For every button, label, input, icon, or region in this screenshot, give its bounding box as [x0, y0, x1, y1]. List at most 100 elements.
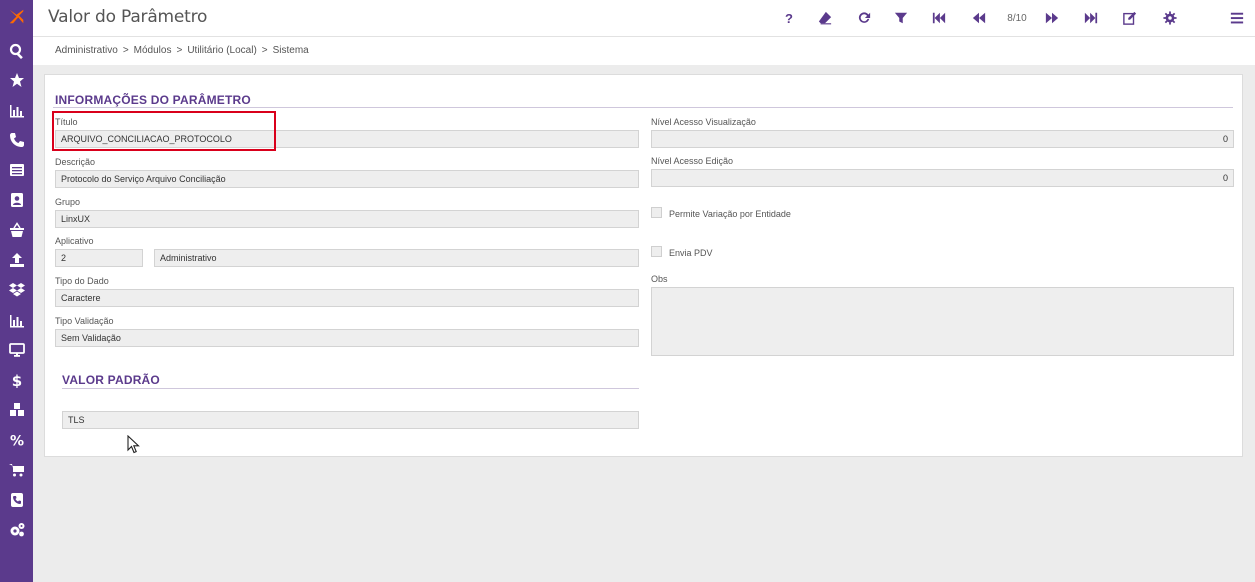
logo-icon [9, 9, 24, 24]
sidebar-item-search[interactable] [0, 39, 33, 63]
obs-label: Obs [651, 274, 668, 284]
aplicativo-label: Aplicativo [55, 236, 94, 246]
cart-icon [8, 464, 24, 477]
eraser-icon [818, 11, 832, 25]
svg-text:$: $ [11, 372, 21, 388]
valor-padrao-field[interactable]: TLS [62, 411, 639, 429]
gear-icon [1163, 11, 1177, 25]
mouse-cursor-icon [127, 435, 140, 454]
sidebar-item-favorites[interactable] [0, 68, 33, 92]
permite-variacao-checkbox[interactable] [651, 207, 662, 218]
percent-icon: % [9, 434, 23, 449]
tipo-validacao-label: Tipo Validação [55, 316, 114, 326]
sidebar-item-cards[interactable] [0, 188, 33, 212]
rewind-icon [972, 12, 986, 24]
fast-forward-icon [1045, 12, 1059, 24]
dollar-icon: $ [11, 372, 21, 388]
grupo-label: Grupo [55, 197, 81, 207]
breadcrumb-item-utilitario[interactable]: Utilitário (Local) [187, 45, 256, 56]
permite-variacao-label: Permite Variação por Entidade [669, 209, 791, 219]
nivel-visualizacao-label: Nível Acesso Visualização [651, 117, 756, 127]
sidebar-item-upload[interactable] [0, 248, 33, 272]
nivel-edicao-label: Nível Acesso Edição [651, 156, 734, 166]
refresh-icon [858, 12, 871, 23]
menu-button[interactable] [1229, 8, 1245, 28]
section-title-info: INFORMAÇÕES DO PARÂMETRO [55, 93, 251, 107]
sidebar-item-reports[interactable] [0, 98, 33, 122]
basket-icon [9, 222, 24, 237]
last-record-button[interactable] [1082, 8, 1100, 28]
envia-pdv-label: Envia PDV [669, 248, 713, 258]
contact-card-icon [10, 193, 23, 207]
descricao-label: Descrição [55, 157, 96, 167]
previous-record-button[interactable] [970, 8, 988, 28]
tipo-validacao-field[interactable]: Sem Validação [55, 329, 639, 347]
sidebar-item-products[interactable] [0, 398, 33, 422]
filter-button[interactable] [893, 8, 909, 28]
sidebar-item-discounts[interactable]: % [0, 428, 33, 452]
sidebar-item-cart[interactable] [0, 458, 33, 482]
nivel-visualizacao-field[interactable]: 0 [651, 130, 1234, 148]
titulo-label: Título [55, 117, 78, 127]
sidebar-item-phonebook[interactable] [0, 488, 33, 512]
grupo-field[interactable]: LinxUX [55, 210, 639, 228]
phone-icon [9, 133, 24, 147]
breadcrumb-bar: Administrativo > Módulos > Utilitário (Local… [33, 37, 1255, 65]
sidebar-item-settings[interactable] [0, 518, 33, 542]
breadcrumb-item-administrativo[interactable]: Administrativo [55, 45, 118, 56]
gears-icon [10, 523, 24, 537]
filter-icon [894, 12, 908, 24]
svg-text:%: % [9, 434, 23, 449]
tipo-dado-label: Tipo do Dado [55, 276, 109, 286]
bar-chart-icon [9, 105, 24, 118]
first-icon [932, 12, 946, 24]
section-title-default-value: VALOR PADRÃO [62, 373, 160, 387]
titulo-field[interactable]: ARQUIVO_CONCILIACAO_PROTOCOLO [55, 130, 639, 148]
monitor-icon [8, 343, 25, 357]
descricao-field[interactable]: Protocolo do Serviço Arquivo Conciliação [55, 170, 639, 188]
last-icon [1084, 12, 1098, 24]
breadcrumb-separator: > [122, 45, 129, 56]
top-bar: Valor do Parâmetro ? 8/10 [33, 0, 1255, 37]
breadcrumb: Administrativo > Módulos > Utilitário (Local… [55, 45, 309, 56]
breadcrumb-item-modulos[interactable]: Módulos [134, 45, 172, 56]
settings-button[interactable] [1162, 8, 1178, 28]
breadcrumb-item-sistema[interactable]: Sistema [273, 45, 309, 56]
sidebar-item-analytics[interactable] [0, 308, 33, 332]
edit-icon [1123, 11, 1137, 25]
sidebar-item-monitor[interactable] [0, 338, 33, 362]
section-divider [62, 388, 639, 389]
sidebar-item-lists[interactable] [0, 158, 33, 182]
sidebar-item-shop[interactable] [0, 218, 33, 242]
next-record-button[interactable] [1043, 8, 1061, 28]
record-counter: 8/10 [1007, 12, 1027, 24]
refresh-button[interactable] [856, 8, 872, 28]
sidebar-item-finance[interactable]: $ [0, 368, 33, 392]
phone-book-icon [10, 493, 23, 507]
page-title: Valor do Parâmetro [48, 7, 208, 27]
search-icon [9, 43, 23, 59]
breadcrumb-separator: > [261, 45, 268, 56]
aplicativo-name-field[interactable]: Administrativo [154, 249, 639, 267]
bar-chart-icon [9, 315, 24, 328]
hamburger-menu-icon [1230, 12, 1244, 24]
list-icon [9, 164, 24, 176]
upload-icon [9, 253, 24, 267]
section-divider [53, 107, 1233, 108]
first-record-button[interactable] [930, 8, 948, 28]
dropbox-icon [8, 283, 25, 297]
cubes-icon [9, 403, 24, 416]
breadcrumb-separator: > [176, 45, 183, 56]
star-icon [9, 73, 24, 87]
tipo-dado-field[interactable]: Caractere [55, 289, 639, 307]
sidebar: $ % [0, 0, 33, 582]
obs-textarea[interactable] [651, 287, 1234, 356]
sidebar-item-contacts[interactable] [0, 128, 33, 152]
clear-button[interactable] [817, 8, 833, 28]
envia-pdv-checkbox[interactable] [651, 246, 662, 257]
nivel-edicao-field[interactable]: 0 [651, 169, 1234, 187]
aplicativo-code-field[interactable]: 2 [55, 249, 143, 267]
help-button[interactable]: ? [782, 8, 796, 28]
edit-button[interactable] [1122, 8, 1138, 28]
sidebar-item-dropbox[interactable] [0, 278, 33, 302]
